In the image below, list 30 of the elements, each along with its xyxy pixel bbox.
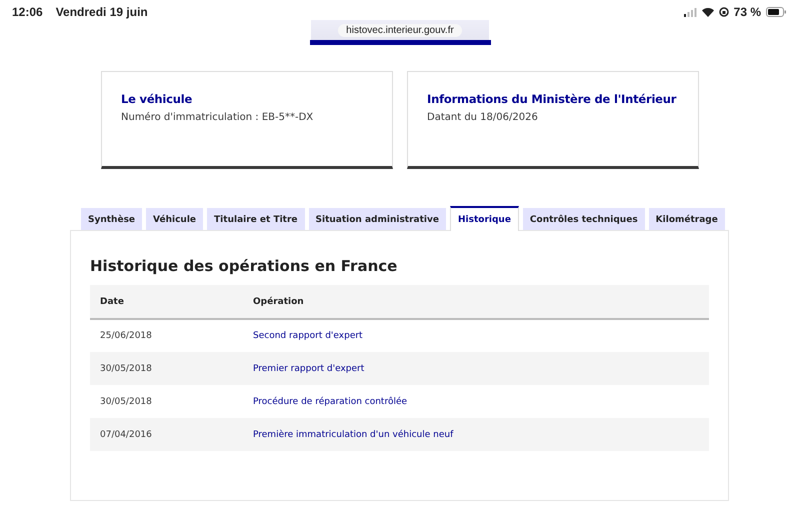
card-text: Datant du 18/06/2026 (427, 112, 539, 123)
operation-link[interactable]: Premier rapport d'expert (253, 364, 364, 374)
address-bar[interactable]: histovec.interieur.gouv.fr (311, 20, 489, 40)
wifi-icon (702, 8, 714, 16)
card-text: Numéro d'immatriculation : EB-5**-DX (121, 112, 314, 123)
operation-link[interactable]: Second rapport d'expert (253, 331, 363, 341)
date-cell: 30/05/2018 (90, 352, 252, 385)
tab[interactable]: Véhicule (146, 208, 204, 230)
signal-icon (684, 8, 697, 16)
tab[interactable]: Situation administrative (308, 208, 446, 230)
operation-link[interactable]: Première immatriculation d'un véhicule neuf (253, 430, 454, 440)
date-cell: 30/05/2018 (90, 385, 252, 418)
date-cell: 25/06/2018 (90, 319, 252, 352)
battery-icon (766, 7, 786, 17)
status-date: Vendredi 19 juin (56, 5, 148, 19)
card-title: Informations du Ministère de l'Intérieur (427, 92, 678, 106)
tab[interactable]: Synthèse (81, 208, 142, 230)
tab[interactable]: Titulaire et Titre (207, 208, 305, 230)
battery-percent: 73 % (734, 5, 761, 19)
column-header: Date (90, 285, 252, 319)
date-cell: 07/04/2016 (90, 418, 252, 451)
operation-link[interactable]: Procédure de réparation contrôlée (253, 396, 408, 406)
tab[interactable]: Kilométrage (648, 208, 725, 230)
orientation-lock-icon (718, 7, 729, 17)
tab[interactable]: Contrôles techniques (522, 208, 645, 230)
card-title: Le véhicule (121, 92, 194, 106)
section-title: Historique des opérations en France (90, 257, 398, 275)
tab[interactable]: Historique (450, 206, 519, 231)
status-time: 12:06 (12, 5, 43, 19)
column-header: Opération (252, 285, 709, 319)
